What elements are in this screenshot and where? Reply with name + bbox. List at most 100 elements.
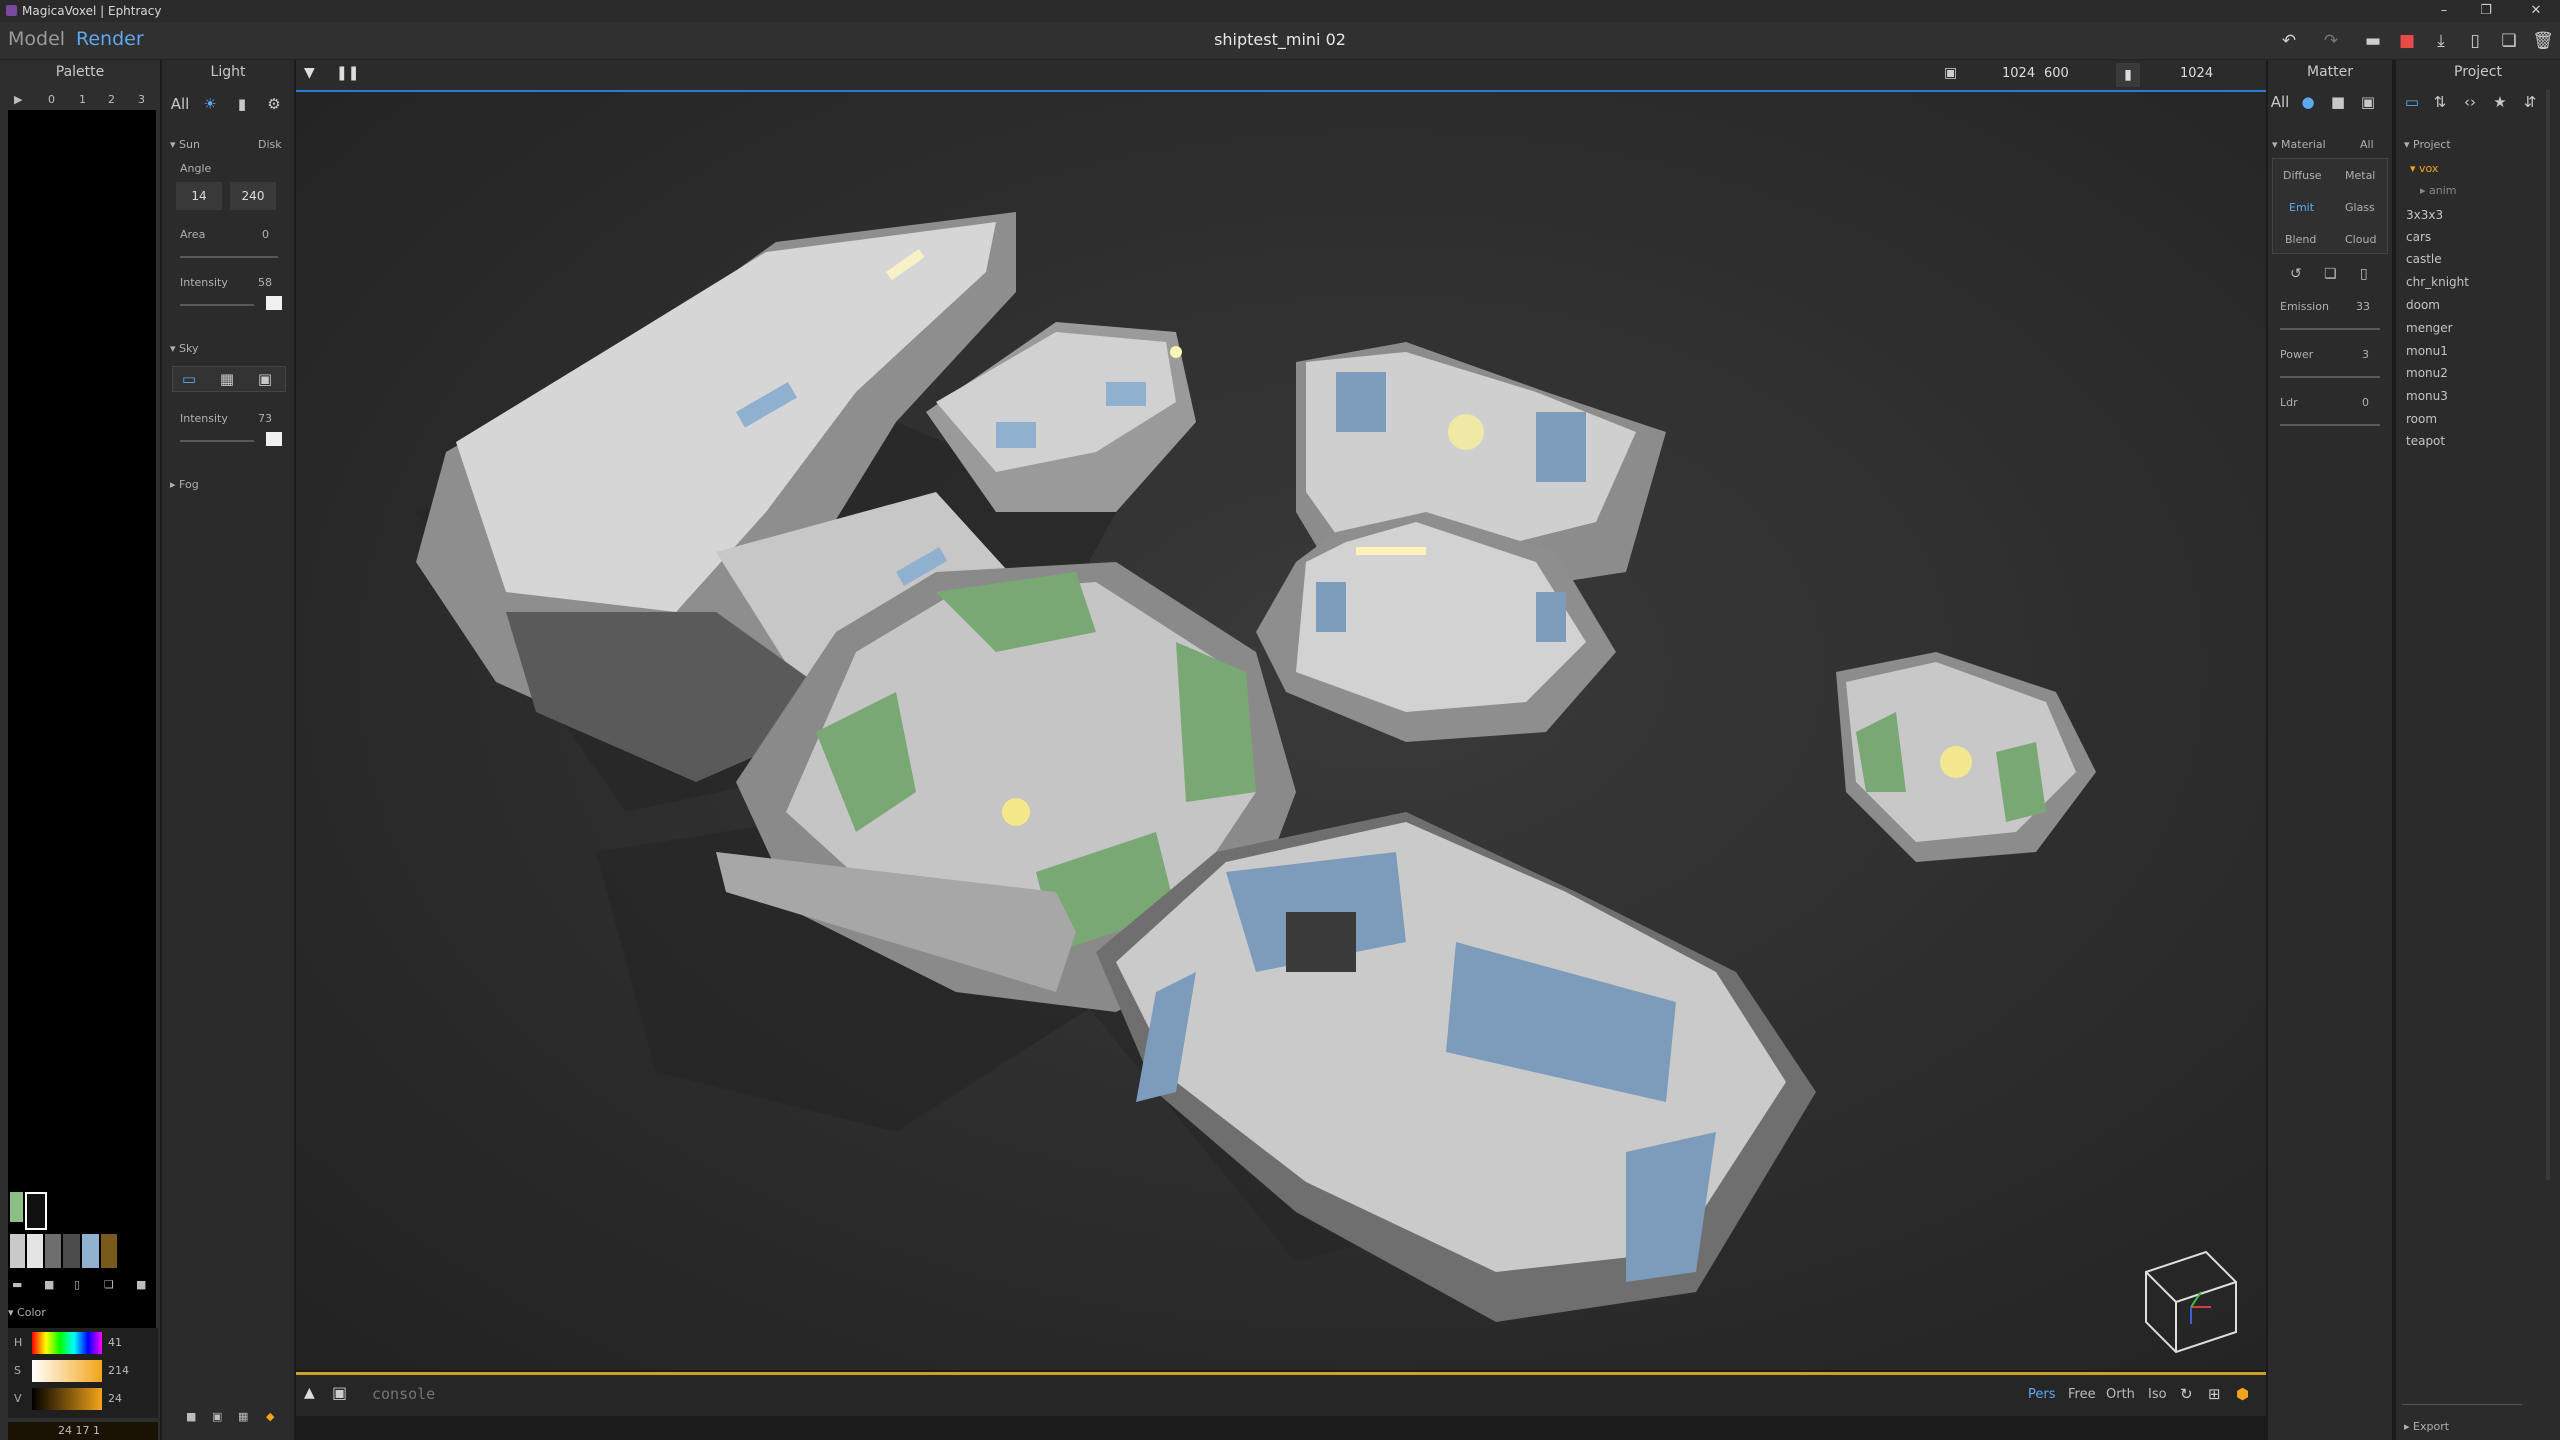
folder-vox[interactable]: ▾ vox: [2410, 162, 2438, 175]
material-emit[interactable]: Emit: [2289, 201, 2314, 214]
project-item[interactable]: monu1: [2406, 344, 2448, 358]
sky-uniform-icon[interactable]: ▭: [177, 367, 201, 391]
undo-icon[interactable]: ↶: [2276, 30, 2302, 52]
palette-grid[interactable]: [8, 110, 156, 1330]
v-value[interactable]: 24: [108, 1392, 122, 1405]
sun-icon[interactable]: ☀: [198, 92, 222, 116]
project-item[interactable]: monu2: [2406, 366, 2448, 380]
export-icon[interactable]: ⤓: [2428, 30, 2454, 52]
new-palette-icon[interactable]: ▯: [74, 1278, 80, 1291]
project-item[interactable]: room: [2406, 412, 2437, 426]
diamond-icon[interactable]: ◆: [266, 1410, 274, 1423]
frame-icon[interactable]: ▣: [212, 1410, 222, 1423]
redo-icon[interactable]: ↷: [2318, 30, 2344, 52]
power-value[interactable]: 3: [2362, 348, 2369, 361]
delete-icon[interactable]: 🗑: [2530, 30, 2556, 52]
sun-disk-toggle[interactable]: Disk: [258, 138, 282, 151]
fog-section-header[interactable]: ▸ Fog: [170, 478, 199, 491]
square-icon[interactable]: ■: [186, 1410, 196, 1423]
model-mode-button[interactable]: Model: [8, 28, 65, 50]
restore-icon[interactable]: ❐: [2470, 0, 2502, 22]
save-icon[interactable]: ■: [2394, 30, 2420, 52]
copy-material-icon[interactable]: ❏: [2324, 266, 2337, 282]
material-cloud[interactable]: Cloud: [2345, 233, 2376, 246]
palette-page-2[interactable]: 2: [108, 93, 115, 106]
sky-intensity-value[interactable]: 73: [258, 412, 272, 425]
orientation-cube-gizmo[interactable]: [2145, 1250, 2237, 1354]
project-item[interactable]: chr_knight: [2406, 275, 2469, 289]
save-palette-icon[interactable]: ■: [44, 1278, 54, 1291]
color-section-header[interactable]: ▾ Color: [8, 1306, 46, 1319]
folder-icon[interactable]: ▭: [2400, 90, 2424, 114]
ldr-value[interactable]: 0: [2362, 396, 2369, 409]
sky-intensity-slider[interactable]: [180, 440, 254, 442]
palette-page-1[interactable]: 1: [79, 93, 86, 106]
material-metal[interactable]: Metal: [2345, 169, 2375, 182]
sample-histogram-icon[interactable]: ▮: [2116, 63, 2140, 87]
sample-count[interactable]: 1024: [2180, 66, 2213, 81]
palette-swatch[interactable]: [10, 1192, 23, 1222]
project-item[interactable]: monu3: [2406, 389, 2448, 403]
matter-tab-all[interactable]: All: [2268, 90, 2292, 114]
grid-icon[interactable]: ▦: [238, 1410, 248, 1423]
sky-grid-icon[interactable]: ▦: [215, 367, 239, 391]
palette-swatch[interactable]: [101, 1234, 117, 1268]
render-width[interactable]: 1024: [2002, 66, 2035, 81]
palette-swatch[interactable]: [45, 1234, 61, 1268]
sky-section-header[interactable]: ▾ Sky: [170, 342, 199, 355]
camera-pers[interactable]: Pers: [2028, 1387, 2056, 1402]
sky-color-swatch[interactable]: [266, 432, 282, 446]
play-icon[interactable]: ▶: [14, 93, 22, 106]
palette-swatch[interactable]: [82, 1234, 99, 1268]
s-value[interactable]: 214: [108, 1364, 129, 1377]
folder-anim[interactable]: ▸ anim: [2420, 184, 2457, 197]
sun-color-swatch[interactable]: [266, 296, 282, 310]
palette-page-3[interactable]: 3: [138, 93, 145, 106]
render-mode-button[interactable]: Render: [76, 28, 144, 50]
camera-grid-icon[interactable]: ⊞: [2208, 1385, 2221, 1403]
star-icon[interactable]: ★: [2488, 90, 2512, 114]
new-file-icon[interactable]: ▯: [2462, 30, 2488, 52]
project-section-header[interactable]: ▾ Project: [2404, 138, 2451, 151]
value-slider[interactable]: [32, 1388, 102, 1410]
area-value[interactable]: 0: [262, 228, 269, 241]
copy-file-icon[interactable]: ❏: [2496, 30, 2522, 52]
pause-icon[interactable]: ❚❚: [336, 65, 359, 81]
export-section-header[interactable]: ▸ Export: [2404, 1420, 2449, 1433]
camera-free[interactable]: Free: [2068, 1387, 2096, 1402]
copy-palette-icon[interactable]: ❏: [104, 1278, 114, 1291]
sky-image-icon[interactable]: ▣: [253, 367, 277, 391]
h-value[interactable]: 41: [108, 1336, 122, 1349]
camera-orth[interactable]: Orth: [2106, 1387, 2135, 1402]
project-item[interactable]: cars: [2406, 230, 2431, 244]
sun-section-header[interactable]: ▾ Sun: [170, 138, 200, 151]
reset-material-icon[interactable]: ↺: [2290, 266, 2302, 282]
material-all-toggle[interactable]: All: [2360, 138, 2374, 151]
image-size-icon[interactable]: ▣: [1944, 65, 1957, 81]
image-icon[interactable]: ▣: [2356, 90, 2380, 114]
console-expand-icon[interactable]: ▲: [304, 1385, 315, 1401]
sun-intensity-value[interactable]: 58: [258, 276, 272, 289]
open-palette-icon[interactable]: ▬: [12, 1278, 22, 1291]
histogram-icon[interactable]: ▮: [230, 92, 254, 116]
material-section-header[interactable]: ▾ Material: [2272, 138, 2326, 151]
reset-camera-icon[interactable]: ↻: [2180, 1385, 2193, 1403]
camera-snapshot-icon[interactable]: ▣: [332, 1383, 347, 1402]
paste-material-icon[interactable]: ▯: [2360, 266, 2368, 282]
settings-gear-icon[interactable]: ⚙: [262, 92, 286, 116]
emission-slider[interactable]: [2280, 328, 2380, 330]
code-icon[interactable]: ‹›: [2458, 90, 2482, 114]
render-height[interactable]: 600: [2044, 66, 2069, 81]
palette-swatch[interactable]: [63, 1234, 80, 1268]
palette-swatch[interactable]: [10, 1234, 25, 1268]
sun-intensity-slider[interactable]: [180, 304, 254, 306]
close-icon[interactable]: ✕: [2520, 0, 2552, 22]
delete-palette-icon[interactable]: ■: [136, 1278, 146, 1291]
project-item[interactable]: teapot: [2406, 434, 2445, 448]
palette-swatch[interactable]: [27, 1234, 43, 1268]
material-blend[interactable]: Blend: [2285, 233, 2316, 246]
project-scrollbar[interactable]: [2546, 90, 2550, 1180]
dropdown-triangle-icon[interactable]: ▼: [304, 65, 315, 81]
power-slider[interactable]: [2280, 376, 2380, 378]
ldr-slider[interactable]: [2280, 424, 2380, 426]
